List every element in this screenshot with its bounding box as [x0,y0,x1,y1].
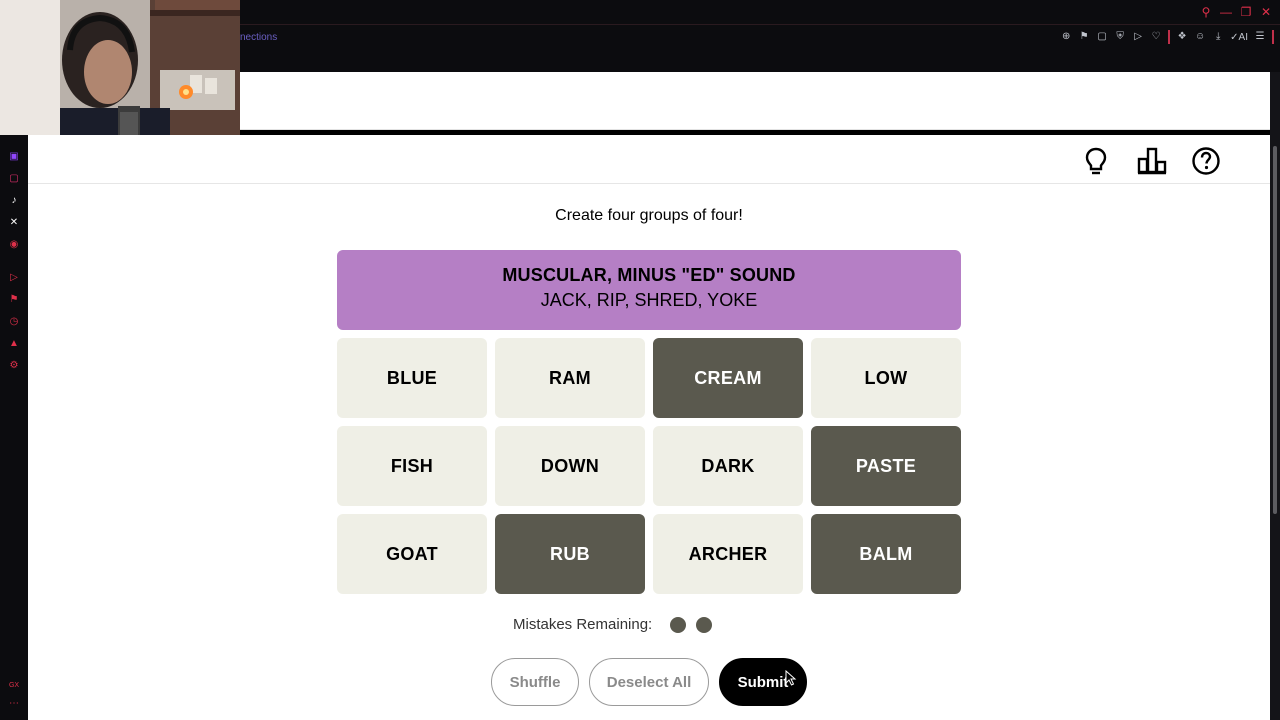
pin-icon[interactable]: ⚑ [7,293,21,307]
mistake-dot [696,616,713,633]
word-tile[interactable]: RUB [495,514,645,594]
site-header [240,72,1270,130]
lightbulb-icon[interactable] [1080,145,1112,177]
solved-group-card: MUSCULAR, MINUS "ED" SOUND JACK, RIP, SH… [337,250,961,330]
browser-tool-row: ⊕ ⚑ ▢ ⛨ ▷ ♡ ❖ ☺ ⤓ ✓AI ☰ [1060,30,1274,44]
word-tile[interactable]: DARK [653,426,803,506]
deselect-all-button[interactable]: Deselect All [589,658,709,706]
word-tile[interactable]: DOWN [495,426,645,506]
help-icon[interactable] [1190,145,1222,177]
word-tile[interactable]: GOAT [337,514,487,594]
bookmark-icon[interactable]: ⚑ [1078,30,1090,44]
browser-sidebar: ▣ ▢ ♪ ✕ ◉ ▷ ⚑ ◷ ▲ ⚙ GX ⋯ [0,135,28,720]
x-icon[interactable]: ✕ [7,216,21,230]
word-tile[interactable]: BALM [811,514,961,594]
tab-strip-divider [240,24,1280,25]
search-icon[interactable]: ⚲ [1200,4,1212,20]
ai-button[interactable]: ✓AI [1230,32,1248,43]
game-page: Create four groups of four! MUSCULAR, MI… [28,135,1270,720]
close-icon[interactable]: ✕ [1260,4,1272,20]
screen: nections ⚲ — ❐ ✕ ⊕ ⚑ ▢ ⛨ ▷ ♡ ❖ ☺ ⤓ ✓AI ☰… [0,0,1280,720]
mouse-cursor-icon [785,670,797,686]
toolbar-separator [1272,30,1274,44]
instagram-icon[interactable]: ▢ [7,172,21,186]
webcam-overlay [0,0,240,135]
shuffle-button[interactable]: Shuffle [491,658,579,706]
twitch-icon[interactable]: ▣ [7,150,21,164]
ai-label: AI [1238,31,1248,43]
snapshot-icon[interactable]: ▢ [1096,30,1108,44]
zoom-icon[interactable]: ⊕ [1060,30,1072,44]
download-icon[interactable]: ⤓ [1212,30,1224,44]
play-icon[interactable]: ▷ [1132,30,1144,44]
extensions-icon[interactable]: ▲ [7,337,21,351]
word-tile[interactable]: PASTE [811,426,961,506]
word-tile[interactable]: ARCHER [653,514,803,594]
mistakes-remaining: Mistakes Remaining: [513,616,713,633]
heart-icon[interactable]: ♡ [1150,30,1162,44]
mistake-dot [670,616,687,633]
minimize-icon[interactable]: — [1220,4,1232,20]
game-toolbar-divider [28,183,1270,184]
instructions-text: Create four groups of four! [555,207,743,224]
solved-group-title: MUSCULAR, MINUS "ED" SOUND [502,265,796,285]
toolbar-separator [1168,30,1171,44]
word-tile[interactable]: FISH [337,426,487,506]
shield-icon[interactable]: ⛨ [1114,30,1126,44]
ai-icon: ✓ [1230,31,1239,43]
page-scrollbar[interactable] [1270,72,1280,720]
solved-group-members: JACK, RIP, SHRED, YOKE [540,290,758,310]
webcam-image [0,0,240,135]
tab-title[interactable]: nections [240,32,277,43]
window-controls: ⚲ — ❐ ✕ [1200,4,1272,20]
restore-icon[interactable]: ❐ [1240,4,1252,20]
opera-gx-label[interactable]: GX [7,679,21,693]
tiktok-icon[interactable]: ♪ [7,194,21,208]
mistakes-label: Mistakes Remaining: [513,616,653,633]
leaderboard-icon[interactable] [1136,145,1168,177]
word-tile[interactable]: LOW [811,338,961,418]
history-icon[interactable]: ◷ [7,315,21,329]
more-icon[interactable]: ⋯ [7,697,21,711]
mistake-dots [670,616,713,633]
extensions-icon[interactable]: ❖ [1176,30,1188,44]
settings-icon[interactable]: ⚙ [7,359,21,373]
record-icon[interactable]: ◉ [7,238,21,252]
play-circle-icon[interactable]: ▷ [7,271,21,285]
word-grid: BLUE RAM CREAM LOW FISH DOWN DARK PASTE GOAT RUB A… [337,338,961,594]
scrollbar-thumb[interactable] [1273,146,1277,514]
menu-icon[interactable]: ☰ [1254,30,1266,44]
word-tile[interactable]: BLUE [337,338,487,418]
account-icon[interactable]: ☺ [1194,30,1206,44]
word-tile[interactable]: RAM [495,338,645,418]
word-tile[interactable]: CREAM [653,338,803,418]
